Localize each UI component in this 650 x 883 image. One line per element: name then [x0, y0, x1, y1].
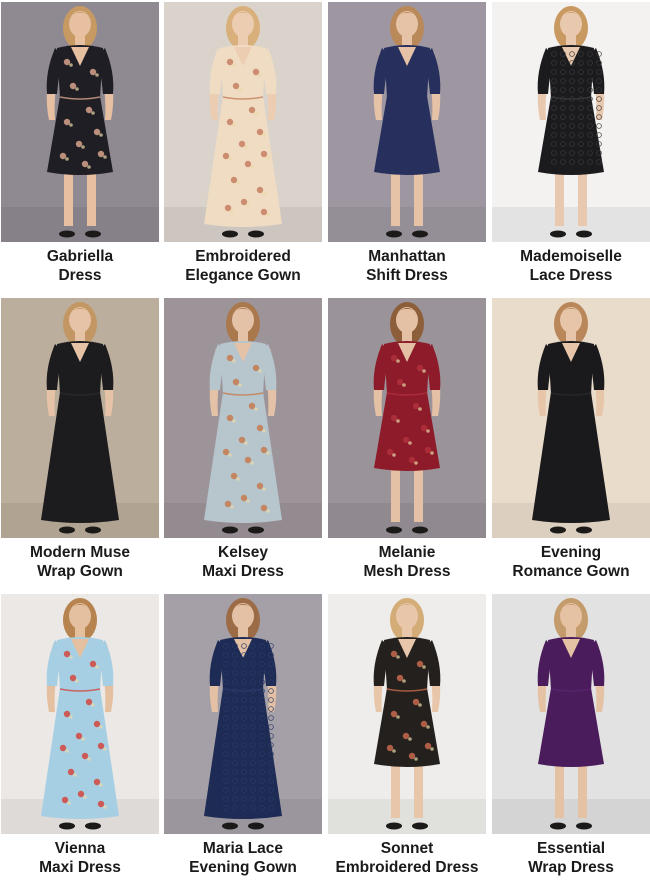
product-name[interactable]: Manhattan Shift Dress — [328, 242, 486, 285]
product-card[interactable]: Embroidered Elegance Gown — [164, 2, 322, 285]
product-image[interactable] — [328, 2, 486, 242]
product-name-line-2: Evening Gown — [189, 859, 297, 876]
product-name[interactable]: Sonnet Embroidered Dress — [328, 834, 486, 877]
product-name[interactable]: Essential Wrap Dress — [492, 834, 650, 877]
product-name[interactable]: Mademoiselle Lace Dress — [492, 242, 650, 285]
model-photo — [328, 298, 486, 538]
product-name-line-1: Essential — [536, 840, 606, 857]
model-photo — [164, 594, 322, 834]
product-name-line-1: Gabriella — [46, 248, 114, 265]
product-card[interactable]: Melanie Mesh Dress — [328, 298, 486, 581]
model-photo — [328, 594, 486, 834]
model-photo — [1, 298, 159, 538]
product-image[interactable] — [164, 2, 322, 242]
product-card[interactable]: Evening Romance Gown — [492, 298, 650, 581]
product-name[interactable]: Gabriella Dress — [1, 242, 159, 285]
product-name-line-1: Modern Muse — [30, 544, 130, 561]
product-name-line-1: Embroidered — [195, 248, 291, 265]
product-name-line-1: Evening — [540, 544, 602, 561]
product-name[interactable]: Kelsey Maxi Dress — [164, 538, 322, 581]
product-name-line-2: Maxi Dress — [202, 563, 284, 580]
product-name-line-2: Wrap Dress — [528, 859, 614, 876]
product-name-line-1: Maria Lace — [202, 840, 284, 857]
product-name-line-1: Mademoiselle — [520, 248, 622, 265]
model-photo — [492, 2, 650, 242]
model-photo — [1, 594, 159, 834]
model-photo — [164, 2, 322, 242]
product-card[interactable]: Kelsey Maxi Dress — [164, 298, 322, 581]
product-name-line-1: Vienna — [54, 840, 106, 857]
product-card[interactable]: Gabriella Dress — [1, 2, 159, 285]
product-name[interactable]: Maria Lace Evening Gown — [164, 834, 322, 877]
product-card[interactable]: Sonnet Embroidered Dress — [328, 594, 486, 877]
product-name-line-1: Sonnet — [380, 840, 434, 857]
product-name-line-2: Mesh Dress — [363, 563, 451, 580]
product-card[interactable]: Manhattan Shift Dress — [328, 2, 486, 285]
model-photo — [492, 298, 650, 538]
product-name-line-2: Wrap Gown — [37, 563, 123, 580]
product-name-line-2: Dress — [58, 267, 102, 284]
product-image[interactable] — [492, 2, 650, 242]
model-photo — [328, 2, 486, 242]
product-name-line-2: Embroidered Dress — [335, 859, 479, 876]
product-name-line-1: Kelsey — [218, 544, 268, 561]
product-name[interactable]: Evening Romance Gown — [492, 538, 650, 581]
product-name-line-2: Lace Dress — [529, 267, 613, 284]
product-name-line-2: Romance Gown — [512, 563, 630, 580]
product-name-line-2: Shift Dress — [366, 267, 448, 284]
product-image[interactable] — [164, 298, 322, 538]
product-card[interactable]: Maria Lace Evening Gown — [164, 594, 322, 877]
product-image[interactable] — [328, 594, 486, 834]
product-image[interactable] — [1, 594, 159, 834]
product-name[interactable]: Embroidered Elegance Gown — [164, 242, 322, 285]
model-photo — [492, 594, 650, 834]
product-image[interactable] — [164, 594, 322, 834]
model-photo — [1, 2, 159, 242]
model-photo — [164, 298, 322, 538]
product-name-line-2: Elegance Gown — [185, 267, 301, 284]
product-card[interactable]: Modern Muse Wrap Gown — [1, 298, 159, 581]
product-grid: Gabriella Dress Embroidered Elegance Gow… — [0, 0, 650, 883]
product-name[interactable]: Modern Muse Wrap Gown — [1, 538, 159, 581]
product-name-line-2: Maxi Dress — [39, 859, 121, 876]
product-name-line-1: Manhattan — [368, 248, 446, 265]
product-image[interactable] — [1, 2, 159, 242]
product-name[interactable]: Melanie Mesh Dress — [328, 538, 486, 581]
product-card[interactable]: Mademoiselle Lace Dress — [492, 2, 650, 285]
product-image[interactable] — [492, 298, 650, 538]
product-name-line-1: Melanie — [378, 544, 436, 561]
product-image[interactable] — [1, 298, 159, 538]
product-name[interactable]: Vienna Maxi Dress — [1, 834, 159, 877]
product-card[interactable]: Essential Wrap Dress — [492, 594, 650, 877]
product-image[interactable] — [328, 298, 486, 538]
product-image[interactable] — [492, 594, 650, 834]
product-card[interactable]: Vienna Maxi Dress — [1, 594, 159, 877]
